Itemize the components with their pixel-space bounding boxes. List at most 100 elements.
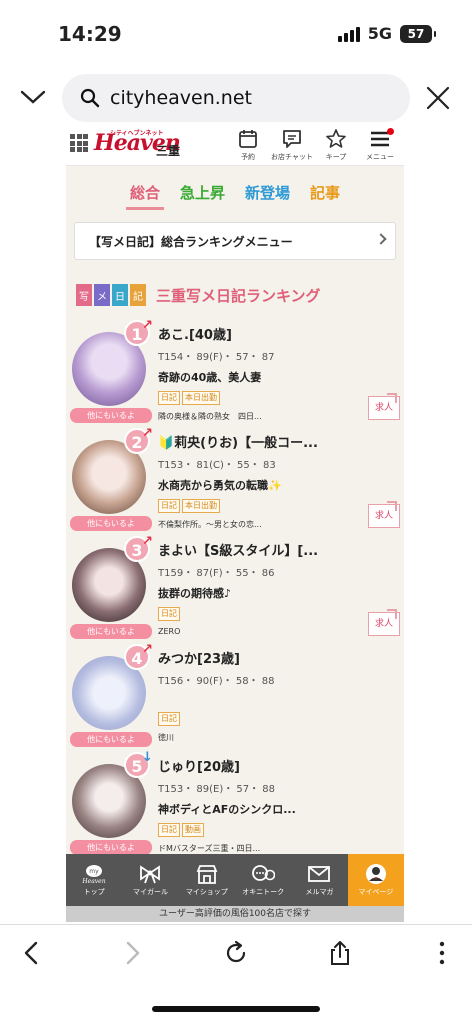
ribbon-icon	[140, 865, 161, 884]
other-girls-button[interactable]: 他にもいるよ	[70, 516, 152, 531]
home-indicator[interactable]	[152, 1006, 320, 1012]
trend-up-icon: ↗	[142, 318, 153, 333]
share-icon[interactable]	[326, 939, 354, 967]
site-bottom-nav: my Heaven トップ マイガール マイショップ オキニトーク メルマガ マイ…	[66, 854, 404, 906]
tab-overall[interactable]: 総合	[125, 182, 164, 210]
nav-my-page[interactable]: マイページ	[347, 854, 404, 906]
shop-name[interactable]: ドMバスターズ三重・四日...	[158, 843, 394, 854]
tag-diary: 日記	[158, 712, 180, 726]
web-content: シティヘブンネット Heaven 三重 予約 お店チャット キープ メニュー 総合	[66, 126, 404, 922]
url-text: cityheaven.net	[110, 87, 252, 109]
catchphrase	[158, 693, 394, 706]
girl-name[interactable]: あこ.[40歳]	[158, 324, 394, 343]
svg-text:Heaven: Heaven	[82, 878, 106, 885]
nav-my-girl[interactable]: マイガール	[122, 854, 178, 906]
other-girls-button[interactable]: 他にもいるよ	[70, 408, 152, 423]
tag-diary: 日記	[158, 607, 180, 621]
signal-icon	[337, 26, 360, 42]
girl-specs: T159・ 87(F)・ 55・ 86	[158, 568, 275, 579]
tag-video: 動画	[182, 823, 204, 837]
search-icon	[80, 88, 100, 108]
shop-icon	[196, 865, 218, 884]
nav-okini-talk[interactable]: オキニトーク	[235, 854, 291, 906]
grid-menu-icon[interactable]	[70, 134, 88, 152]
ranking-list: 1 ↗ 他にもいるよ あこ.[40歳] T154・ 89(F)・ 57・ 87 …	[66, 318, 404, 864]
list-item[interactable]: 2 ↗ 他にもいるよ 🔰莉央(りお)【一般コー... T153・ 81(C)・ …	[66, 426, 404, 540]
nav-my-shop[interactable]: マイショップ	[179, 854, 235, 906]
tab-new[interactable]: 新登場	[241, 182, 294, 210]
shop-name[interactable]: 不倫梨作所。～男と女の恋...	[158, 519, 394, 530]
reserve-button[interactable]: 予約	[228, 128, 268, 162]
job-offer-button[interactable]: 求人	[368, 501, 400, 528]
shop-name[interactable]: 徳川	[158, 732, 394, 743]
browser-toolbar	[0, 924, 472, 980]
calendar-icon	[239, 130, 257, 148]
region-label[interactable]: 三重	[156, 142, 180, 159]
girl-name[interactable]: まよい【S級スタイル】[...	[158, 540, 394, 559]
notification-dot	[387, 128, 394, 135]
catchphrase: 水商売から勇気の転職✨	[158, 479, 282, 492]
girl-name[interactable]: じゅり[20歳]	[158, 756, 394, 775]
other-girls-button[interactable]: 他にもいるよ	[70, 624, 152, 639]
ranking-title-text: 三重写メ日記ランキング	[156, 286, 321, 305]
tag-diary: 日記	[158, 391, 180, 405]
other-girls-button[interactable]: 他にもいるよ	[70, 732, 152, 747]
status-bar: 14:29 5G 57	[0, 0, 472, 62]
tag-diary: 日記	[158, 499, 180, 513]
more-icon[interactable]	[428, 939, 456, 967]
nav-top[interactable]: my Heaven トップ	[66, 854, 122, 906]
chat-icon	[283, 130, 301, 148]
list-item[interactable]: 5 ↓ 他にもいるよ じゅり[20歳] T153・ 89(E)・ 57・ 88 …	[66, 750, 404, 864]
url-field[interactable]: cityheaven.net	[62, 74, 410, 122]
star-icon	[326, 129, 346, 148]
menu-button[interactable]: メニュー	[360, 128, 400, 162]
tag-working-today: 本日出勤	[182, 391, 220, 405]
svg-text:my: my	[89, 868, 99, 875]
close-icon[interactable]	[424, 84, 452, 112]
job-offer-button[interactable]: 求人	[368, 609, 400, 636]
keep-button[interactable]: キープ	[316, 128, 356, 162]
girl-specs: T156・ 90(F)・ 58・ 88	[158, 676, 275, 687]
shop-chat-button[interactable]: お店チャット	[271, 128, 313, 162]
back-icon[interactable]	[18, 939, 46, 967]
list-item[interactable]: 1 ↗ 他にもいるよ あこ.[40歳] T154・ 89(F)・ 57・ 87 …	[66, 318, 404, 432]
photo-diary-logo: 写 メ 日 記	[76, 284, 146, 306]
myheaven-icon: my Heaven	[82, 865, 106, 885]
mail-icon	[308, 866, 331, 882]
girl-specs: T153・ 89(E)・ 57・ 88	[158, 784, 276, 795]
trend-up-icon: ↗	[142, 426, 153, 441]
catchphrase: 奇跡の40歳、美人妻	[158, 371, 262, 384]
trend-up-icon: ↗	[142, 642, 153, 657]
list-item[interactable]: 4 ↗ 他にもいるよ みつか[23歳] T156・ 90(F)・ 58・ 88 …	[66, 642, 404, 756]
catchphrase: 抜群の期待感♪	[158, 587, 232, 600]
tab-articles[interactable]: 記事	[306, 182, 344, 210]
promo-banner[interactable]: ユーザー高評価の風俗100名店で探す	[66, 906, 404, 922]
tab-rising[interactable]: 急上昇	[176, 182, 229, 210]
address-bar-row: cityheaven.net	[0, 72, 472, 124]
tag-working-today: 本日出勤	[182, 499, 220, 513]
girl-name[interactable]: みつか[23歳]	[158, 648, 394, 667]
girl-specs: T153・ 81(C)・ 55・ 83	[158, 460, 276, 471]
shop-name[interactable]: ZERO	[158, 627, 394, 636]
ranking-tabs: 総合 急上昇 新登場 記事	[66, 166, 404, 210]
network-type: 5G	[367, 24, 392, 43]
ranking-menu-link[interactable]: 【写メ日記】総合ランキングメニュー	[74, 222, 396, 260]
trend-up-icon: ↗	[142, 534, 153, 549]
shop-name[interactable]: 隣の奥様＆隣の熟女 四日...	[158, 411, 394, 422]
list-item[interactable]: 3 ↗ 他にもいるよ まよい【S級スタイル】[... T159・ 87(F)・ …	[66, 534, 404, 648]
other-girls-button[interactable]: 他にもいるよ	[70, 840, 152, 855]
girl-name[interactable]: 🔰莉央(りお)【一般コー...	[158, 432, 394, 451]
ranking-menu-label: 【写メ日記】総合ランキングメニュー	[89, 234, 293, 249]
chevron-right-icon	[375, 233, 387, 245]
nav-mail-magazine[interactable]: メルマガ	[291, 854, 347, 906]
ranking-title: 写 メ 日 記 三重写メ日記ランキング	[76, 284, 404, 306]
reload-icon[interactable]	[222, 939, 250, 967]
job-offer-button[interactable]: 求人	[368, 393, 400, 420]
battery-icon: 57	[400, 24, 436, 43]
chevron-down-icon[interactable]	[20, 84, 46, 110]
user-avatar-icon	[365, 864, 386, 884]
tag-diary: 日記	[158, 823, 180, 837]
girl-specs: T154・ 89(F)・ 57・ 87	[158, 352, 275, 363]
forward-icon[interactable]	[118, 939, 146, 967]
clock: 14:29	[58, 22, 122, 46]
